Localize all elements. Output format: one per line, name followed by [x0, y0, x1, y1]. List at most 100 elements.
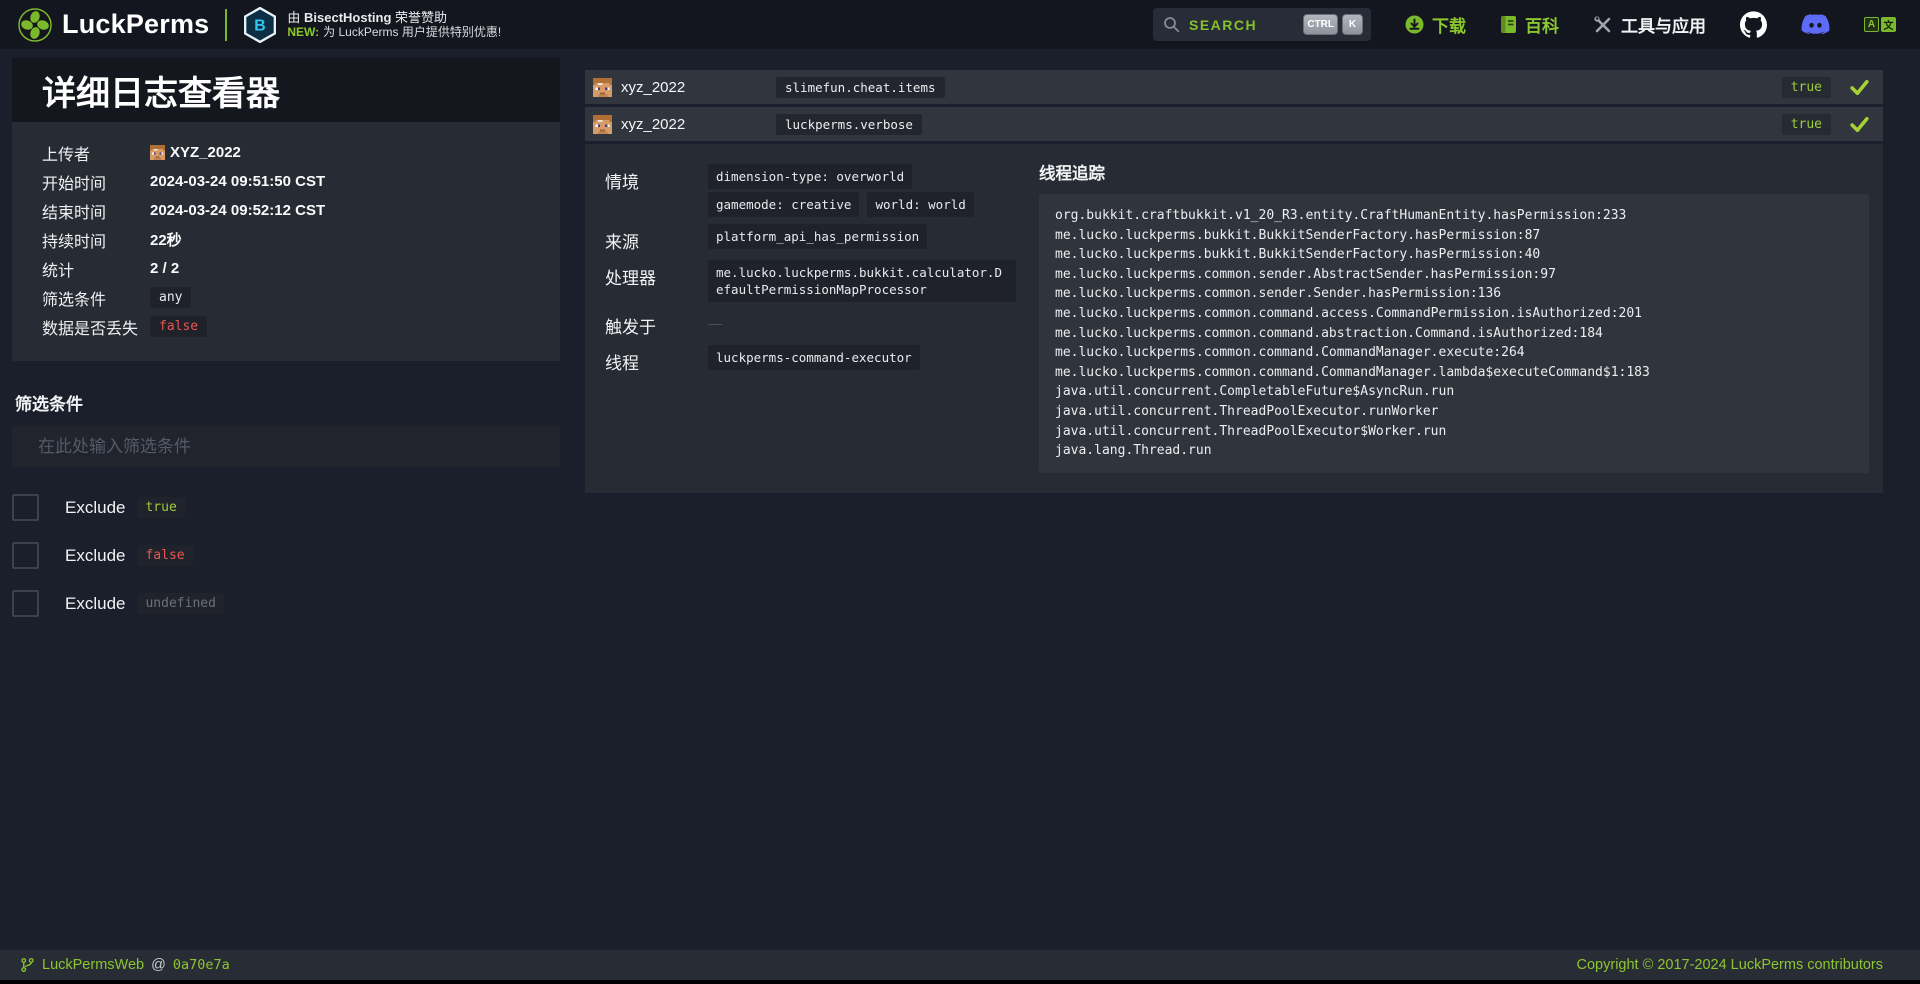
- exclude-toggle-false[interactable]: Exclude false: [12, 542, 560, 569]
- exclude-value: false: [137, 545, 192, 566]
- sponsor-banner[interactable]: B 由 BisectHosting 荣誉赞助 NEW:为 LuckPerms 用…: [243, 7, 501, 43]
- meta-label: 开始时间: [42, 170, 150, 194]
- exclude-toggle-undefined[interactable]: Exclude undefined: [12, 590, 560, 617]
- ctrl-key-badge: CTRL: [1303, 14, 1338, 35]
- checkbox[interactable]: [12, 494, 39, 521]
- trace-line: me.lucko.luckperms.common.command.Comman…: [1055, 343, 1853, 363]
- log-row[interactable]: xyz_2022 slimefun.cheat.items true: [585, 70, 1883, 104]
- checkbox[interactable]: [12, 590, 39, 617]
- nav-divider: [225, 9, 227, 41]
- trace-line: java.util.concurrent.ThreadPoolExecutor$…: [1055, 422, 1853, 442]
- meta-code-value: false: [150, 316, 207, 337]
- meta-label: 上传者: [42, 141, 150, 165]
- meta-label: 筛选条件: [42, 286, 150, 310]
- detail-field: 来源 platform_api_has_permission: [605, 224, 1027, 253]
- nav-link-download[interactable]: 下载: [1405, 12, 1466, 37]
- luckperms-logo-icon: [18, 8, 52, 42]
- git-branch-icon: [20, 957, 35, 973]
- translate-link[interactable]: A 文: [1864, 17, 1896, 32]
- detail-field: 处理器 me.lucko.luckperms.bukkit.calculator…: [605, 260, 1027, 302]
- search-label: SEARCH: [1189, 17, 1257, 33]
- trace-line: java.lang.Thread.run: [1055, 441, 1853, 461]
- tools-icon: [1593, 15, 1613, 35]
- search-icon: [1163, 16, 1180, 33]
- detail-value: gamemode: creative: [708, 192, 859, 217]
- nav-link-wiki[interactable]: 百科: [1500, 12, 1559, 37]
- log-row-permission: luckperms.verbose: [776, 114, 922, 135]
- discord-link[interactable]: [1801, 13, 1830, 37]
- log-row[interactable]: xyz_2022 luckperms.verbose true: [585, 107, 1883, 141]
- meta-row: 上传者 XYZ_2022: [42, 138, 544, 167]
- detail-value: dimension-type: overworld: [708, 164, 912, 189]
- meta-row: 统计2 / 2: [42, 254, 544, 283]
- bottom-strip: [0, 980, 1920, 984]
- footer-app-link[interactable]: LuckPermsWeb: [42, 957, 144, 973]
- log-row-user: xyz_2022: [621, 79, 776, 96]
- detail-field-label: 线程: [605, 345, 708, 374]
- exclude-value: undefined: [137, 593, 223, 614]
- meta-row: 筛选条件any: [42, 283, 544, 312]
- check-icon: [1849, 77, 1870, 98]
- k-key-badge: K: [1342, 14, 1363, 35]
- meta-label: 数据是否丢失: [42, 315, 150, 339]
- meta-row: 数据是否丢失false: [42, 312, 544, 341]
- detail-field-label: 情境: [605, 164, 708, 217]
- log-list: xyz_2022 slimefun.cheat.items true xyz_2…: [585, 70, 1883, 493]
- exclude-toggle-true[interactable]: Exclude true: [12, 494, 560, 521]
- trace-line: me.lucko.luckperms.common.command.Comman…: [1055, 363, 1853, 383]
- filter-heading: 筛选条件: [15, 390, 560, 415]
- sidebar: 详细日志查看器 上传者 XYZ_2022开始时间2024-03-24 09:51…: [12, 58, 560, 638]
- trace-line: me.lucko.luckperms.bukkit.BukkitSenderFa…: [1055, 245, 1853, 265]
- trace-line: me.lucko.luckperms.common.command.abstra…: [1055, 324, 1853, 344]
- brand[interactable]: LuckPerms: [18, 8, 209, 42]
- trace-line: me.lucko.luckperms.common.sender.Sender.…: [1055, 284, 1853, 304]
- page-title: 详细日志查看器: [12, 58, 560, 122]
- session-meta-panel: 上传者 XYZ_2022开始时间2024-03-24 09:51:50 CST结…: [12, 122, 560, 361]
- translate-icon-zh: 文: [1881, 17, 1896, 32]
- meta-value: 2024-03-24 09:52:12 CST: [150, 202, 325, 219]
- nav-link-tools[interactable]: 工具与应用: [1593, 12, 1706, 37]
- meta-row: 开始时间2024-03-24 09:51:50 CST: [42, 167, 544, 196]
- github-link[interactable]: [1740, 11, 1767, 38]
- player-avatar: [593, 115, 612, 134]
- meta-value: 2024-03-24 09:51:50 CST: [150, 173, 325, 190]
- github-icon: [1740, 11, 1767, 38]
- log-row-result: true: [1782, 114, 1831, 135]
- uploader-value: XYZ_2022: [150, 144, 241, 161]
- meta-label: 持续时间: [42, 228, 150, 252]
- meta-value: 2 / 2: [150, 260, 179, 277]
- detail-value: me.lucko.luckperms.bukkit.calculator.Def…: [708, 260, 1016, 302]
- footer-commit-link[interactable]: 0a70e7a: [173, 957, 230, 973]
- meta-row: 持续时间22秒: [42, 225, 544, 254]
- footer: LuckPermsWeb @ 0a70e7a Copyright © 2017-…: [0, 950, 1920, 980]
- footer-copyright: Copyright © 2017-2024 LuckPerms contribu…: [1577, 957, 1883, 973]
- trace-line: me.lucko.luckperms.common.sender.Abstrac…: [1055, 265, 1853, 285]
- trace-line: java.util.concurrent.CompletableFuture$A…: [1055, 382, 1853, 402]
- search-input[interactable]: SEARCH CTRL K: [1153, 8, 1371, 41]
- exclude-label: Exclude: [65, 498, 125, 518]
- exclude-options: Exclude true Exclude false Exclude undef…: [12, 494, 560, 617]
- detail-field-label: 触发于: [605, 309, 708, 338]
- stack-trace: org.bukkit.craftbukkit.v1_20_R3.entity.C…: [1039, 194, 1869, 473]
- meta-row: 结束时间2024-03-24 09:52:12 CST: [42, 196, 544, 225]
- brand-name: LuckPerms: [62, 9, 209, 40]
- check-icon: [1849, 114, 1870, 135]
- sponsor-line1: 由 BisectHosting 荣誉赞助: [287, 10, 501, 25]
- detail-field-label: 来源: [605, 224, 708, 253]
- discord-icon: [1801, 13, 1830, 37]
- detail-value: luckperms-command-executor: [708, 345, 920, 370]
- player-avatar: [150, 145, 165, 160]
- trace-line: org.bukkit.craftbukkit.v1_20_R3.entity.C…: [1055, 206, 1853, 226]
- svg-text:B: B: [255, 17, 266, 34]
- log-detail-panel: 情境 dimension-type: overworld gamemode: cr…: [585, 144, 1883, 493]
- detail-field: 情境 dimension-type: overworld gamemode: cr…: [605, 164, 1027, 217]
- meta-value: 22秒: [150, 229, 182, 250]
- filter-input[interactable]: [12, 426, 560, 467]
- detail-value: world: world: [867, 192, 973, 217]
- detail-field: 线程 luckperms-command-executor: [605, 345, 1027, 374]
- top-navbar: LuckPerms B 由 BisectHosting 荣誉赞助 NEW:为 L…: [0, 0, 1920, 49]
- checkbox[interactable]: [12, 542, 39, 569]
- detail-fields: 情境 dimension-type: overworld gamemode: cr…: [605, 160, 1027, 473]
- trace-line: java.util.concurrent.ThreadPoolExecutor.…: [1055, 402, 1853, 422]
- trace-heading: 线程追踪: [1039, 160, 1869, 184]
